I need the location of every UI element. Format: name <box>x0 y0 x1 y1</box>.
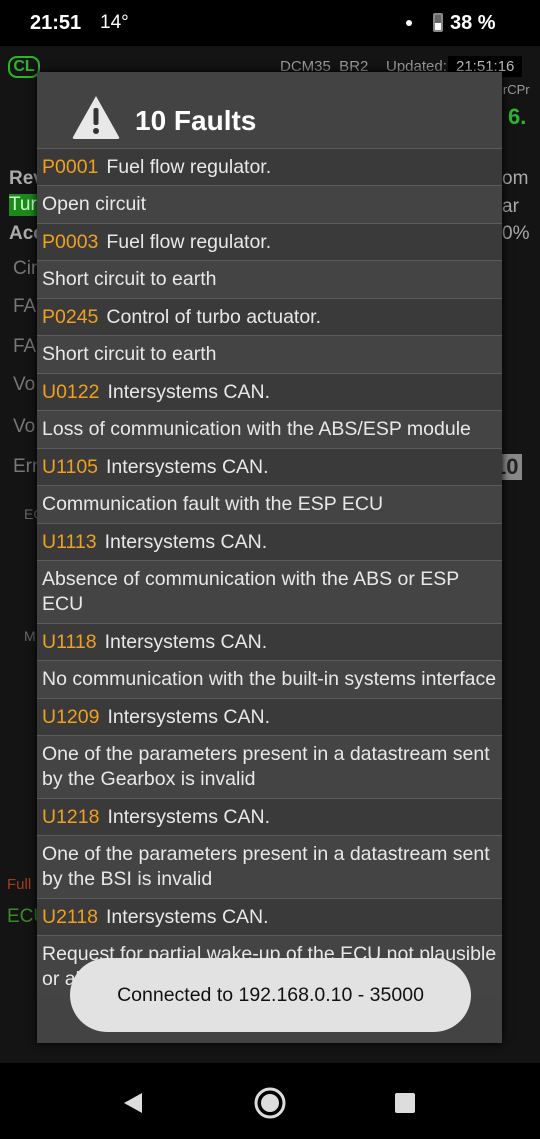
bg-label: Err <box>13 456 39 477</box>
dialog-header: 10 Faults <box>37 72 502 148</box>
fault-system: Control of turbo actuator. <box>106 306 322 328</box>
fault-description: Short circuit to earth <box>42 343 217 365</box>
fault-code: U2118 <box>42 906 99 928</box>
clock: 21:51 <box>30 12 82 34</box>
fault-code: P0003 <box>42 231 99 253</box>
fault-code: U1113 <box>42 531 97 553</box>
fault-description: One of the parameters present in a datas… <box>42 843 490 890</box>
fault-system: Intersystems CAN. <box>107 806 271 828</box>
fault-code-row[interactable]: U1118 Intersystems CAN. <box>37 623 502 660</box>
fault-list[interactable]: P0001 Fuel flow regulator. Open circuit P00… <box>37 148 502 998</box>
fault-system: Intersystems CAN. <box>104 631 268 653</box>
connection-badge[interactable]: CL <box>8 56 40 78</box>
fault-code-row[interactable]: U1218 Intersystems CAN. <box>37 798 502 835</box>
fault-description-row[interactable]: One of the parameters present in a datas… <box>37 835 502 898</box>
fault-code-row[interactable]: P0245 Control of turbo actuator. <box>37 298 502 335</box>
fault-system: Fuel flow regulator. <box>106 156 272 178</box>
fault-description-row[interactable]: Open circuit <box>37 185 502 223</box>
warning-icon <box>72 96 120 139</box>
fault-description: Communication fault with the ESP ECU <box>42 493 384 515</box>
param-value: 6. <box>508 104 527 129</box>
bg-label: M <box>24 628 36 644</box>
fault-code: U1218 <box>42 806 100 828</box>
fault-system: Intersystems CAN. <box>107 706 271 728</box>
fault-code: P0245 <box>42 306 99 328</box>
bg-label: Vo <box>13 374 36 395</box>
toast-message: Connected to 192.168.0.10 - 35000 <box>70 958 471 1032</box>
temperature: 14° <box>100 12 129 33</box>
fault-description: Loss of communication with the ABS/ESP m… <box>42 418 471 440</box>
faults-dialog: 10 Faults P0001 Fuel flow regulator. Open … <box>37 72 502 1043</box>
bg-label: FA <box>13 296 37 317</box>
navigation-bar <box>0 1063 540 1139</box>
fault-code: P0001 <box>42 156 99 178</box>
status-bar: 21:51 14° 38 % <box>0 0 540 46</box>
fault-system: Intersystems CAN. <box>106 456 269 478</box>
bg-unit: om <box>502 168 529 189</box>
fault-description: No communication with the built-in syste… <box>42 668 497 690</box>
fault-code-row[interactable]: U0122 Intersystems CAN. <box>37 373 502 410</box>
fault-description: Open circuit <box>42 193 147 215</box>
fault-code: U0122 <box>42 381 100 403</box>
fault-description: One of the parameters present in a datas… <box>42 743 490 790</box>
fault-code-row[interactable]: U1113 Intersystems CAN. <box>37 523 502 560</box>
fault-code-row[interactable]: U1105 Intersystems CAN. <box>37 448 502 485</box>
fault-description-row[interactable]: Loss of communication with the ABS/ESP m… <box>37 410 502 448</box>
bg-label: Vo <box>13 416 36 437</box>
fault-description-row[interactable]: Communication fault with the ESP ECU <box>37 485 502 523</box>
bg-unit: 0% <box>502 223 530 244</box>
bg-label: FA <box>13 336 37 357</box>
notification-dot-icon <box>406 20 412 26</box>
fault-system: Intersystems CAN. <box>106 906 269 928</box>
bg-label: Cir <box>13 258 38 279</box>
fault-description-row[interactable]: One of the parameters present in a datas… <box>37 735 502 798</box>
fault-code-row[interactable]: U2118 Intersystems CAN. <box>37 898 502 935</box>
recents-icon[interactable] <box>394 1092 416 1114</box>
battery-percent: 38 % <box>450 12 496 34</box>
fault-system: Intersystems CAN. <box>107 381 271 403</box>
fault-description: Short circuit to earth <box>42 268 217 290</box>
fault-code-row[interactable]: P0001 Fuel flow regulator. <box>37 148 502 185</box>
fault-system: Fuel flow regulator. <box>106 231 272 253</box>
home-icon[interactable] <box>254 1087 286 1119</box>
battery-icon <box>433 13 443 32</box>
fault-code: U1118 <box>42 631 97 653</box>
fault-code-row[interactable]: P0003 Fuel flow regulator. <box>37 223 502 260</box>
bg-label: Full <box>7 876 32 893</box>
back-icon[interactable] <box>122 1091 144 1115</box>
bg-label: Tur <box>9 194 37 216</box>
fault-description-row[interactable]: Short circuit to earth <box>37 260 502 298</box>
fault-code: U1105 <box>42 456 99 478</box>
fault-description-row[interactable]: Short circuit to earth <box>37 335 502 373</box>
param-label: irCPr <box>500 82 530 97</box>
fault-code-row[interactable]: U1209 Intersystems CAN. <box>37 698 502 735</box>
fault-code: U1209 <box>42 706 100 728</box>
fault-description-row[interactable]: Absence of communication with the ABS or… <box>37 560 502 623</box>
fault-system: Intersystems CAN. <box>104 531 268 553</box>
fault-description-row[interactable]: No communication with the built-in syste… <box>37 660 502 698</box>
bg-unit: ar <box>502 196 519 217</box>
dialog-title: 10 Faults <box>135 105 257 136</box>
fault-description: Absence of communication with the ABS or… <box>42 568 459 615</box>
